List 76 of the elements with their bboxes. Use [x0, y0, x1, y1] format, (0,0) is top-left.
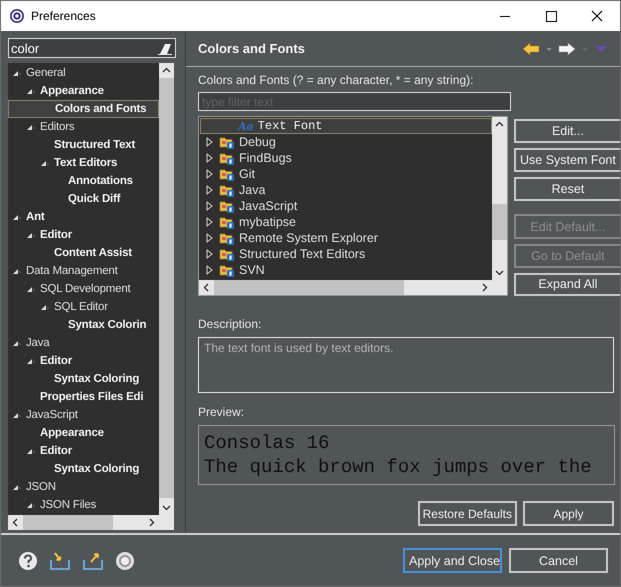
window-title: Preferences	[31, 9, 96, 23]
folder-icon	[219, 183, 235, 197]
tree-item[interactable]: Remote System Explorer	[200, 230, 492, 246]
tree-item[interactable]: Annotations	[8, 172, 159, 190]
button[interactable]: Expand All	[514, 272, 620, 296]
tree-item[interactable]: SQL Editor	[8, 298, 159, 316]
apply-button[interactable]: Apply	[523, 501, 614, 526]
button[interactable]: Use System Font	[514, 148, 620, 172]
scroll-thumb[interactable]	[214, 280, 404, 295]
folder-icon	[219, 263, 235, 277]
button[interactable]: Edit...	[514, 119, 620, 144]
tree-item[interactable]: SVN	[200, 262, 492, 278]
record-icon[interactable]	[115, 550, 135, 570]
preview-label: Preview:	[198, 405, 246, 419]
tree-item[interactable]: Editors	[8, 118, 159, 136]
tree-item[interactable]: Git	[200, 166, 492, 182]
tree-item[interactable]: Editor	[8, 226, 159, 244]
tree-item[interactable]: Ant	[8, 208, 159, 226]
tree-item[interactable]: Java	[8, 334, 159, 352]
scroll-thumb[interactable]	[23, 515, 113, 530]
vertical-scrollbar[interactable]	[492, 117, 507, 280]
folder-icon	[219, 135, 235, 149]
help-icon[interactable]	[18, 550, 38, 570]
horizontal-scrollbar[interactable]	[8, 515, 159, 530]
folder-icon	[219, 247, 235, 261]
folder-icon	[219, 231, 235, 245]
tree-item[interactable]: JavaScript	[8, 406, 159, 424]
page-title: Colors and Fonts	[198, 41, 305, 56]
tree-item[interactable]: Appearance	[8, 424, 159, 442]
tree-item[interactable]: Content Assist	[8, 244, 159, 262]
tree-item[interactable]: Structured Text Editors	[200, 246, 492, 262]
forward-arrow-icon[interactable]	[558, 42, 576, 56]
import-icon[interactable]	[49, 550, 71, 570]
filter-label: Colors and Fonts (? = any character, * = any string):	[198, 73, 474, 87]
preview-text: The quick brown fox jumps over the	[204, 455, 593, 479]
preview-text: Consolas 16	[204, 431, 330, 455]
tree-item[interactable]: Data Management	[8, 262, 159, 280]
tree-item[interactable]: SQL Development	[8, 280, 159, 298]
tree-item[interactable]: Syntax Coloring	[8, 460, 159, 478]
tree-item[interactable]: mybatipse	[200, 214, 492, 230]
description-box: The text font is used by text editors.	[198, 337, 614, 393]
tree-item[interactable]: Syntax Colorin	[8, 316, 159, 334]
restore-defaults-button[interactable]: Restore Defaults	[418, 501, 517, 526]
tree-item[interactable]: JSON	[8, 478, 159, 496]
tree-item[interactable]: Structured Text	[8, 136, 159, 154]
scroll-thumb[interactable]	[492, 204, 507, 240]
tree-item[interactable]: FindBugs	[200, 150, 492, 166]
tree-item[interactable]: Text Editors	[8, 154, 159, 172]
tree-item[interactable]: Editor	[8, 442, 159, 460]
tree-item[interactable]: General	[8, 64, 159, 82]
description-label: Description:	[198, 317, 262, 331]
tree-item[interactable]: JavaScript	[200, 198, 492, 214]
tree-item[interactable]: JSON Files	[8, 496, 159, 514]
folder-icon	[219, 199, 235, 213]
tree-item[interactable]: Quick Diff	[8, 190, 159, 208]
cancel-button[interactable]: Cancel	[509, 548, 608, 573]
tree-item[interactable]: Debug	[200, 134, 492, 150]
search-field[interactable]: color	[8, 38, 176, 58]
tree-item[interactable]: Colors and Fonts	[8, 100, 159, 118]
tree-item[interactable]: Java	[200, 182, 492, 198]
button[interactable]: Reset	[514, 177, 620, 202]
font-icon: Aa	[238, 120, 254, 132]
back-arrow-icon[interactable]	[522, 42, 540, 56]
clear-icon[interactable]	[157, 41, 173, 55]
app-icon	[9, 8, 25, 24]
tree-item[interactable]: Editor	[8, 352, 159, 370]
tree-item[interactable]: Properties Files Edi	[8, 388, 159, 406]
folder-icon	[219, 151, 235, 165]
tree-item[interactable]: Syntax Coloring	[8, 370, 159, 388]
folder-icon	[219, 215, 235, 229]
export-icon[interactable]	[82, 550, 104, 570]
tree-item[interactable]: Aa Text Font	[200, 118, 492, 134]
tree-item[interactable]: Appearance	[8, 82, 159, 100]
folder-icon	[219, 167, 235, 181]
horizontal-scrollbar[interactable]	[199, 280, 492, 295]
apply-and-close-button[interactable]: Apply and Close	[403, 548, 502, 573]
